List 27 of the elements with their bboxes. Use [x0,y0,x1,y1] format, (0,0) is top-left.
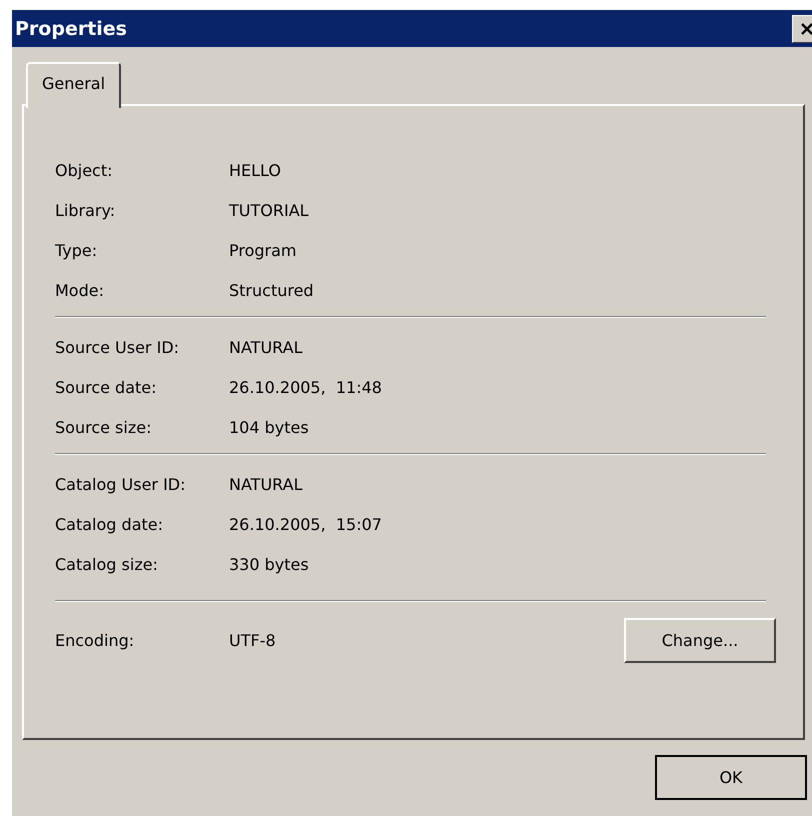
field-value: Program [229,241,297,260]
ok-button[interactable]: OK [655,755,807,800]
field-value: 104 bytes [229,418,309,437]
field-value: HELLO [229,161,281,180]
field-label: Catalog date: [55,515,164,534]
field-label: Type: [55,241,98,260]
field-value: 330 bytes [229,555,309,574]
field-value: 26.10.2005, 11:48 [229,378,382,397]
field-value: 26.10.2005, 15:07 [229,515,382,534]
field-value: Structured [229,281,314,300]
change-button[interactable]: Change... [624,618,776,663]
field-value: NATURAL [229,338,302,357]
tab[interactable]: General [26,62,122,108]
field-label: Library: [55,201,116,220]
field-label: Source size: [55,418,152,437]
field-label: Catalog size: [55,555,159,574]
field-value: TUTORIAL [229,201,309,220]
close-icon [800,22,812,34]
window-title: Properties [14,18,127,40]
field-value: NATURAL [229,475,302,494]
field-label: Mode: [55,281,105,300]
field-label: Source User ID: [55,338,180,357]
field-label: Encoding: [55,631,136,650]
field-label: Object: [55,161,114,180]
field-label: Catalog User ID: [55,475,187,494]
field-label: Source date: [55,378,158,397]
field-value: UTF-8 [229,631,276,650]
